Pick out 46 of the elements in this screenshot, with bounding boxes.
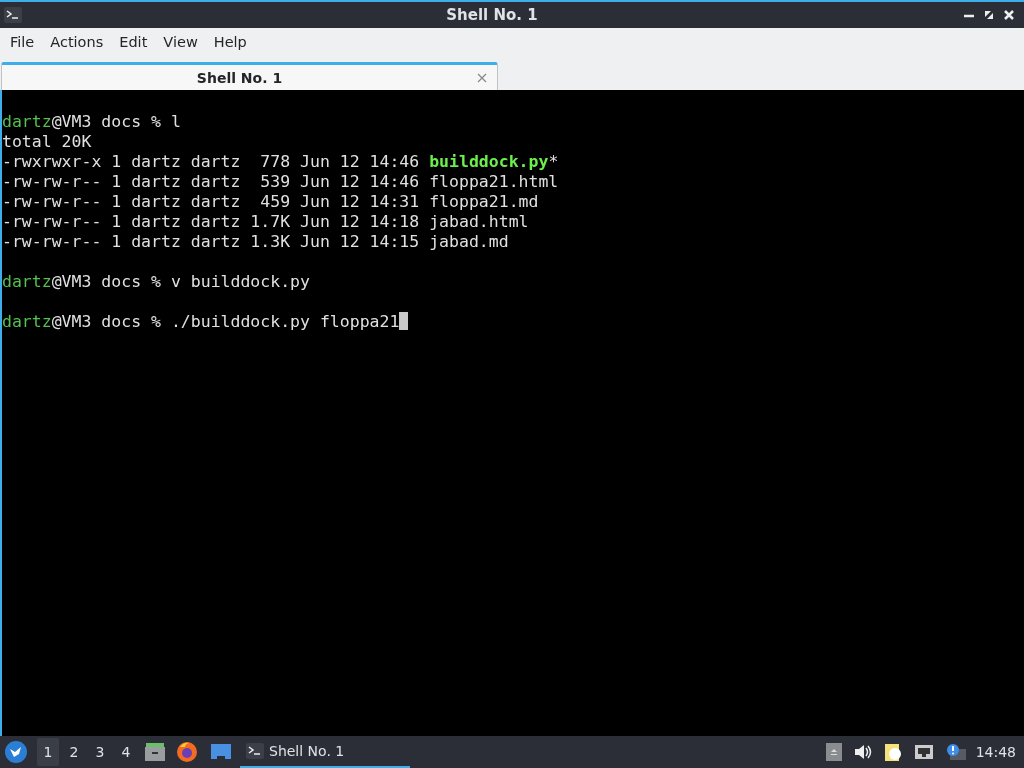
prompt-user: dartz — [2, 272, 52, 291]
file-name: jabad.html — [429, 212, 529, 231]
eject-icon[interactable] — [825, 743, 842, 761]
network-icon[interactable] — [913, 743, 934, 761]
prompt-user: dartz — [2, 312, 52, 331]
menu-item[interactable]: Actions — [42, 30, 112, 54]
menu-item[interactable]: View — [155, 30, 206, 54]
command-text: ./builddock.py floppa21 — [170, 312, 400, 331]
notification-icon[interactable] — [945, 743, 966, 761]
workspace-button[interactable]: 1 — [37, 738, 59, 766]
workspace-button[interactable]: 4 — [115, 738, 137, 766]
volume-icon[interactable] — [853, 744, 872, 760]
file-details: -rw-rw-r-- 1 dartz dartz 459 Jun 12 14:31 — [2, 192, 421, 211]
desktop-icon[interactable] — [210, 743, 232, 761]
command-text: l — [170, 112, 181, 131]
command-text: v builddock.py — [170, 272, 310, 291]
terminal-tab[interactable]: Shell No. 1 — [1, 62, 498, 90]
workspace-button[interactable]: 3 — [89, 738, 111, 766]
file-cabinet-icon[interactable] — [144, 741, 166, 763]
file-name: floppa21.md — [429, 192, 539, 211]
file-name: builddock.py — [429, 152, 549, 171]
menu-item[interactable]: File — [2, 30, 43, 54]
output-line: total 20K — [2, 132, 92, 151]
browser-icon[interactable] — [176, 741, 198, 763]
terminal-icon — [4, 7, 22, 23]
file-details: -rw-rw-r-- 1 dartz dartz 1.3K Jun 12 14:15 — [2, 232, 421, 251]
prompt-text: @VM3 docs % — [51, 312, 162, 331]
file-name: floppa21.html — [429, 172, 559, 191]
terminal-icon — [246, 743, 264, 759]
prompt-user: dartz — [2, 112, 52, 131]
menu-item[interactable]: Help — [205, 30, 255, 54]
window-title: Shell No. 1 — [445, 6, 539, 24]
file-details: -rwxrwxr-x 1 dartz dartz 778 Jun 12 14:46 — [2, 152, 421, 171]
workspace-button[interactable]: 2 — [63, 738, 85, 766]
file-details: -rw-rw-r-- 1 dartz dartz 1.7K Jun 12 14:18 — [2, 212, 421, 231]
maximize-icon[interactable] — [982, 8, 996, 22]
file-details: -rw-rw-r-- 1 dartz dartz 539 Jun 12 14:46 — [2, 172, 421, 191]
file-type-mark: * — [548, 152, 559, 171]
menu-item[interactable]: Edit — [111, 30, 156, 54]
file-name: jabad.md — [429, 232, 509, 251]
clock: 14:48 — [975, 744, 1016, 760]
prompt-text: @VM3 docs % — [51, 272, 162, 291]
prompt-text: @VM3 docs % — [51, 112, 162, 131]
taskbar-task[interactable]: Shell No. 1 — [240, 736, 410, 768]
bird-icon[interactable] — [4, 740, 28, 764]
clipboard-icon[interactable] — [883, 742, 902, 762]
